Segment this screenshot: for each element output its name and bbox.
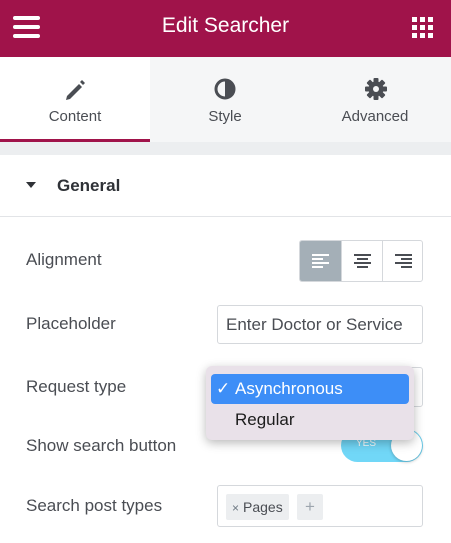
pencil-icon (66, 80, 85, 100)
tab-label: Advanced (341, 108, 409, 125)
dropdown-option-asynchronous[interactable]: ✓ Asynchronous (211, 374, 409, 404)
align-center-button[interactable] (341, 241, 382, 281)
half-circle-icon (214, 78, 236, 100)
tag-pages: × Pages (226, 494, 289, 520)
alignment-label: Alignment (26, 250, 102, 269)
alignment-choices (299, 240, 423, 282)
panel-tabs: Content Style Advanced (0, 57, 451, 142)
request-type-label: Request type (26, 377, 127, 396)
add-post-type-button[interactable]: + (297, 494, 323, 520)
align-left-icon (312, 254, 329, 268)
align-left-button[interactable] (300, 241, 341, 281)
search-post-types-label: Search post types (26, 496, 163, 515)
search-post-types-select[interactable]: × Pages + (217, 485, 423, 527)
align-center-icon (354, 254, 371, 268)
tag-label: Pages (243, 499, 283, 515)
checkmark-icon: ✓ (216, 379, 231, 398)
align-right-icon (395, 254, 412, 268)
placeholder-label: Placeholder (26, 314, 116, 333)
tab-content[interactable]: Content (0, 57, 150, 142)
tab-advanced[interactable]: Advanced (300, 57, 450, 142)
section-separator (0, 142, 451, 155)
show-search-button-label: Show search button (26, 436, 177, 455)
panel-header: Edit Searcher (0, 0, 451, 57)
section-toggle-general[interactable]: General (0, 155, 451, 217)
align-right-button[interactable] (382, 241, 422, 281)
panel-title: Edit Searcher (161, 14, 290, 37)
option-label: Asynchronous (235, 379, 343, 398)
tag-remove-icon[interactable]: × (232, 501, 239, 515)
section-title: General (57, 176, 121, 195)
tab-style[interactable]: Style (150, 57, 300, 142)
tab-label: Style (208, 108, 242, 125)
dropdown-option-regular[interactable]: Regular (211, 405, 409, 435)
caret-down-icon (26, 182, 36, 188)
placeholder-input[interactable] (217, 305, 423, 344)
tab-label: Content (48, 108, 102, 125)
gear-icon (365, 78, 387, 100)
apps-grid-icon[interactable] (412, 17, 434, 39)
request-type-dropdown: ✓ Asynchronous Regular (206, 366, 414, 440)
